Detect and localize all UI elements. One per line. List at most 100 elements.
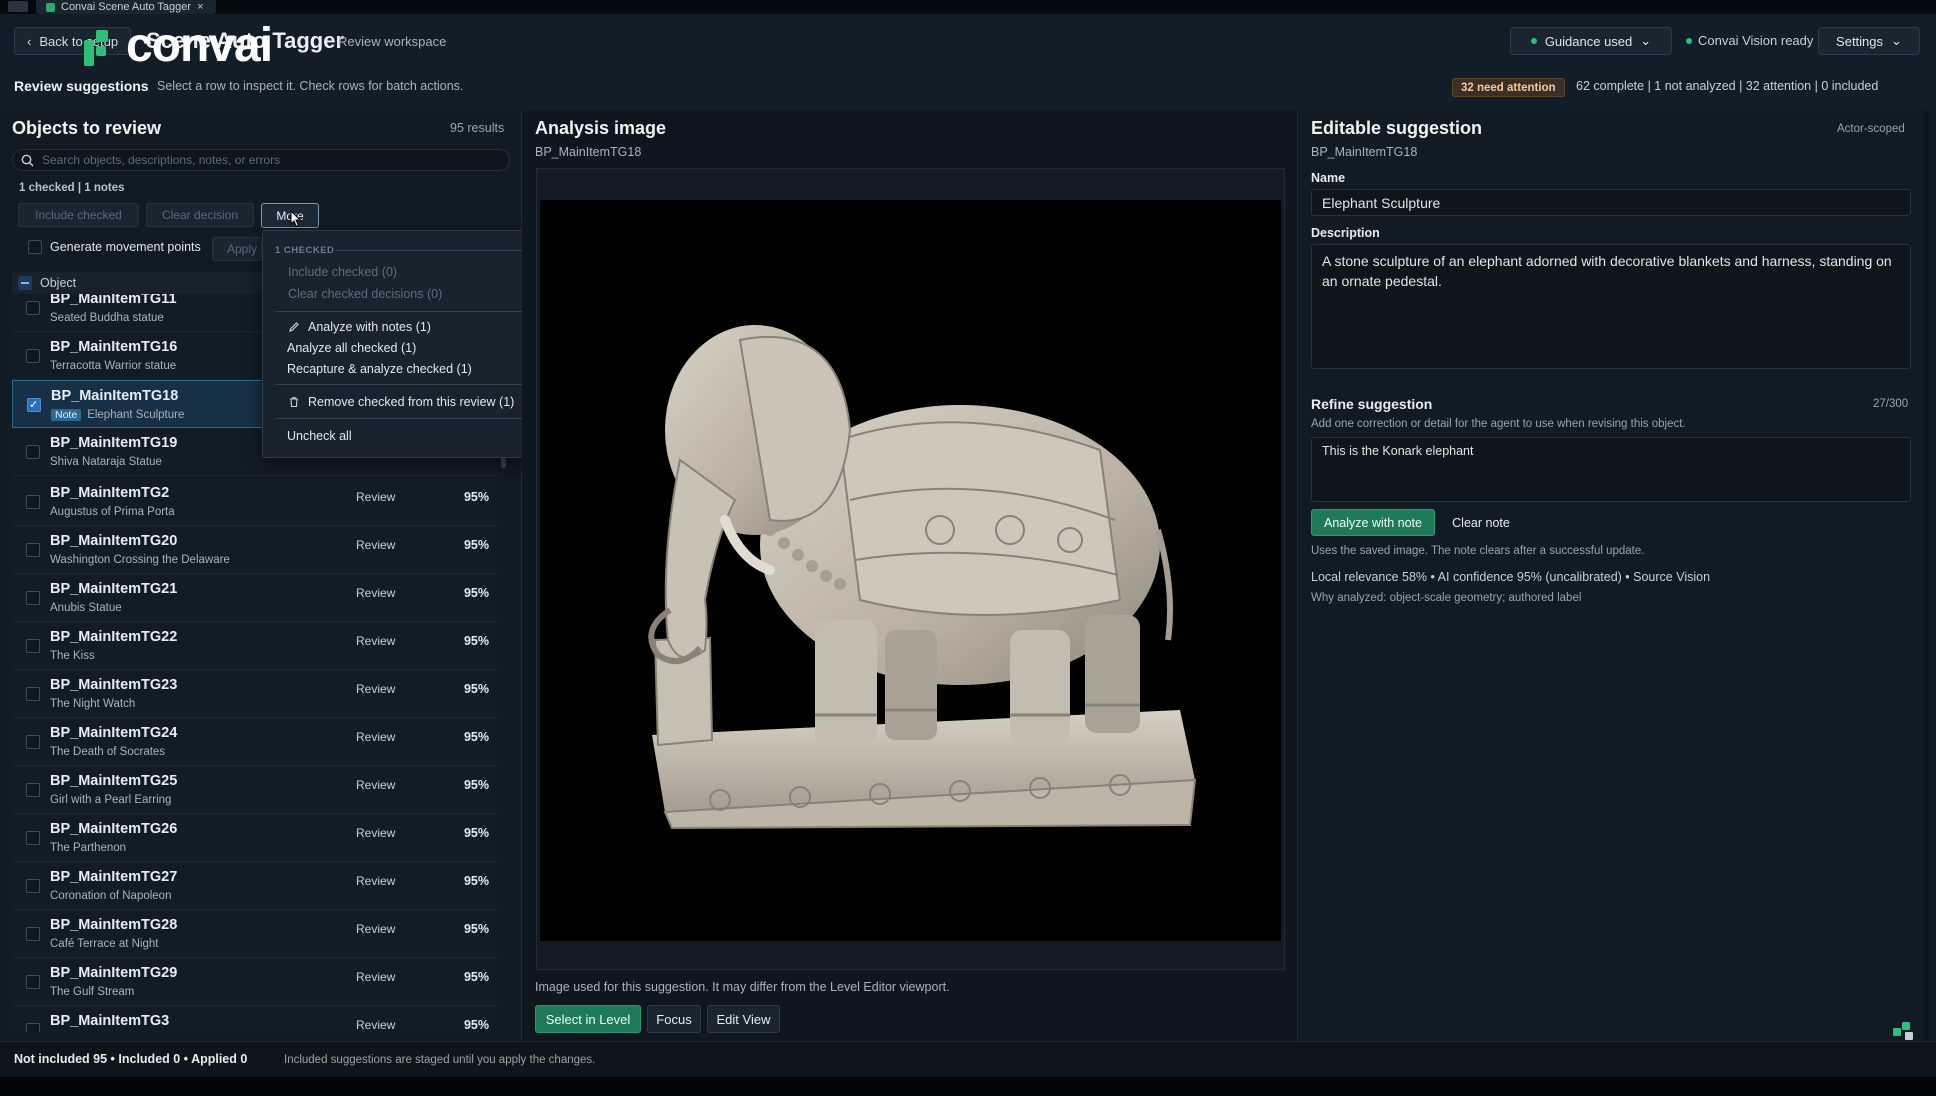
generate-movement-checkbox[interactable] [28, 240, 42, 254]
row-description: Anubis Statue [50, 602, 122, 614]
table-row[interactable]: BP_MainItemTG27 Coronation of Napoleon Rev… [12, 862, 497, 910]
menu-divider [335, 250, 523, 251]
guidance-label: Guidance used [1544, 33, 1633, 49]
clear-decision-button[interactable]: Clear decision [146, 203, 254, 227]
table-row[interactable]: BP_MainItemTG24 The Death of Socrates Revi… [12, 718, 497, 766]
status-dot-icon [1530, 38, 1537, 44]
objects-title: Objects to review [12, 118, 162, 138]
refine-note-field[interactable]: This is the Konark elephant [1311, 437, 1911, 502]
row-description-text: Shiva Nataraja Statue [50, 456, 162, 468]
row-checkbox[interactable] [26, 783, 40, 797]
table-row[interactable]: BP_MainItemTG20 Washington Crossing the D… [12, 526, 497, 574]
row-description: Terracotta Warrior statue [50, 360, 176, 372]
row-description-text: The Parthenon [50, 842, 127, 854]
row-checkbox[interactable] [26, 879, 40, 893]
search-input[interactable] [42, 153, 502, 167]
table-row[interactable]: BP_MainItemTG2 Augustus of Prima Porta Rev… [12, 478, 497, 526]
row-description: Washington Crossing the Delaware [50, 554, 230, 566]
row-object-name: BP_MainItemTG16 [50, 339, 178, 355]
menu-uncheck-all[interactable]: Uncheck all [287, 429, 352, 443]
apply-button[interactable]: Apply [212, 237, 262, 261]
suggestion-object-id: BP_MainItemTG18 [1311, 145, 1418, 159]
generate-movement-row[interactable]: Generate movement points [28, 240, 201, 254]
analysis-object-id: BP_MainItemTG18 [535, 145, 642, 159]
row-confidence: 95% [463, 634, 489, 648]
row-checkbox[interactable] [26, 975, 40, 989]
table-row[interactable]: BP_MainItemTG21 Anubis Statue Review 95% [12, 574, 497, 622]
table-row[interactable]: BP_MainItemTG29 The Gulf Stream Review 95% [12, 958, 497, 1006]
table-row[interactable]: BP_MainItemTG28 Café Terrace at Night Revi… [12, 910, 497, 958]
select-all-checkbox[interactable] [18, 276, 32, 290]
row-checkbox[interactable] [26, 495, 40, 509]
table-row[interactable]: BP_MainItemTG3 Review 95% [12, 1006, 497, 1032]
focus-button[interactable]: Focus [647, 1005, 701, 1033]
description-field[interactable]: A stone sculpture of an elephant adorned… [1311, 244, 1911, 369]
row-confidence: 95% [463, 730, 489, 744]
app-icon [46, 2, 55, 12]
analyze-with-note-button[interactable]: Analyze with note [1311, 509, 1435, 536]
menu-remove-checked[interactable]: Remove checked from this review (1) [288, 395, 514, 409]
row-status: Review [356, 874, 396, 888]
menu-include-checked[interactable]: Include checked (0) [288, 265, 397, 279]
table-row[interactable]: BP_MainItemTG23 The Night Watch Review 95% [12, 670, 497, 718]
footer-counts: Not included 95 • Included 0 • Applied 0 [14, 1052, 248, 1066]
row-status: Review [356, 922, 396, 936]
refine-title: Refine suggestion [1311, 396, 1433, 412]
table-row[interactable]: BP_MainItemTG22 The Kiss Review 95% [12, 622, 497, 670]
right-scrollbar[interactable] [1924, 111, 1929, 1041]
row-description-text: Seated Buddha statue [50, 312, 164, 324]
include-checked-button[interactable]: Include checked [18, 203, 139, 227]
guidance-dropdown[interactable]: Guidance used ⌄ [1510, 27, 1672, 55]
row-checkbox[interactable] [26, 735, 40, 749]
name-field[interactable] [1311, 189, 1911, 216]
chevron-down-icon: ⌄ [1891, 33, 1902, 48]
tab-close-icon[interactable]: × [197, 1, 203, 13]
menu-recapture[interactable]: Recapture & analyze checked (1) [287, 362, 472, 376]
row-confidence: 95% [463, 1018, 489, 1032]
refine-char-count: 27/300 [1873, 398, 1909, 410]
row-object-name: BP_MainItemTG21 [50, 581, 178, 597]
row-checkbox[interactable] [26, 301, 40, 315]
row-description-text: Coronation of Napoleon [50, 890, 172, 902]
row-confidence: 95% [463, 586, 489, 600]
row-checkbox[interactable] [26, 639, 40, 653]
description-label: Description [1311, 226, 1380, 240]
row-checkbox[interactable] [26, 1023, 40, 1032]
row-checkbox[interactable] [26, 927, 40, 941]
clear-note-button[interactable]: Clear note [1442, 509, 1520, 536]
row-object-name: BP_MainItemTG25 [50, 773, 178, 789]
menu-analyze-all[interactable]: Analyze all checked (1) [287, 341, 416, 355]
row-description: The Kiss [50, 650, 95, 662]
row-description-text: The Kiss [50, 650, 95, 662]
row-description: Augustus of Prima Porta [50, 506, 175, 518]
logo-text: convai [126, 19, 273, 72]
menu-clear-checked[interactable]: Clear checked decisions (0) [288, 287, 442, 301]
review-title: Review suggestions [14, 78, 149, 94]
row-checkbox[interactable] [26, 543, 40, 557]
menu-analyze-with-notes[interactable]: Analyze with notes (1) [288, 320, 431, 334]
table-row[interactable]: BP_MainItemTG25 Girl with a Pearl Earring… [12, 766, 497, 814]
window-menu-button[interactable] [8, 1, 28, 12]
analysis-image[interactable] [540, 200, 1281, 941]
row-description-text: Washington Crossing the Delaware [50, 554, 230, 566]
menu-divider [275, 418, 525, 419]
row-status: Review [356, 730, 396, 744]
table-row[interactable]: BP_MainItemTG26 The Parthenon Review 95% [12, 814, 497, 862]
row-checkbox[interactable] [26, 687, 40, 701]
settings-button[interactable]: Settings ⌄ [1818, 27, 1920, 55]
row-checkbox[interactable] [26, 591, 40, 605]
attention-badge[interactable]: 32 need attention [1452, 78, 1565, 97]
search-box[interactable] [12, 149, 510, 171]
row-checkbox[interactable] [26, 445, 40, 459]
row-description: Girl with a Pearl Earring [50, 794, 171, 806]
mouse-cursor-icon [290, 210, 302, 228]
row-checkbox[interactable] [27, 398, 41, 412]
row-description: The Parthenon [50, 842, 126, 854]
row-checkbox[interactable] [26, 831, 40, 845]
window-tab[interactable]: Convai Scene Auto Tagger × [36, 0, 216, 14]
elephant-sculpture-image [648, 325, 1197, 830]
row-description: Seated Buddha statue [50, 312, 164, 324]
row-checkbox[interactable] [26, 349, 40, 363]
edit-view-button[interactable]: Edit View [707, 1005, 780, 1033]
select-in-level-button[interactable]: Select in Level [535, 1005, 641, 1033]
